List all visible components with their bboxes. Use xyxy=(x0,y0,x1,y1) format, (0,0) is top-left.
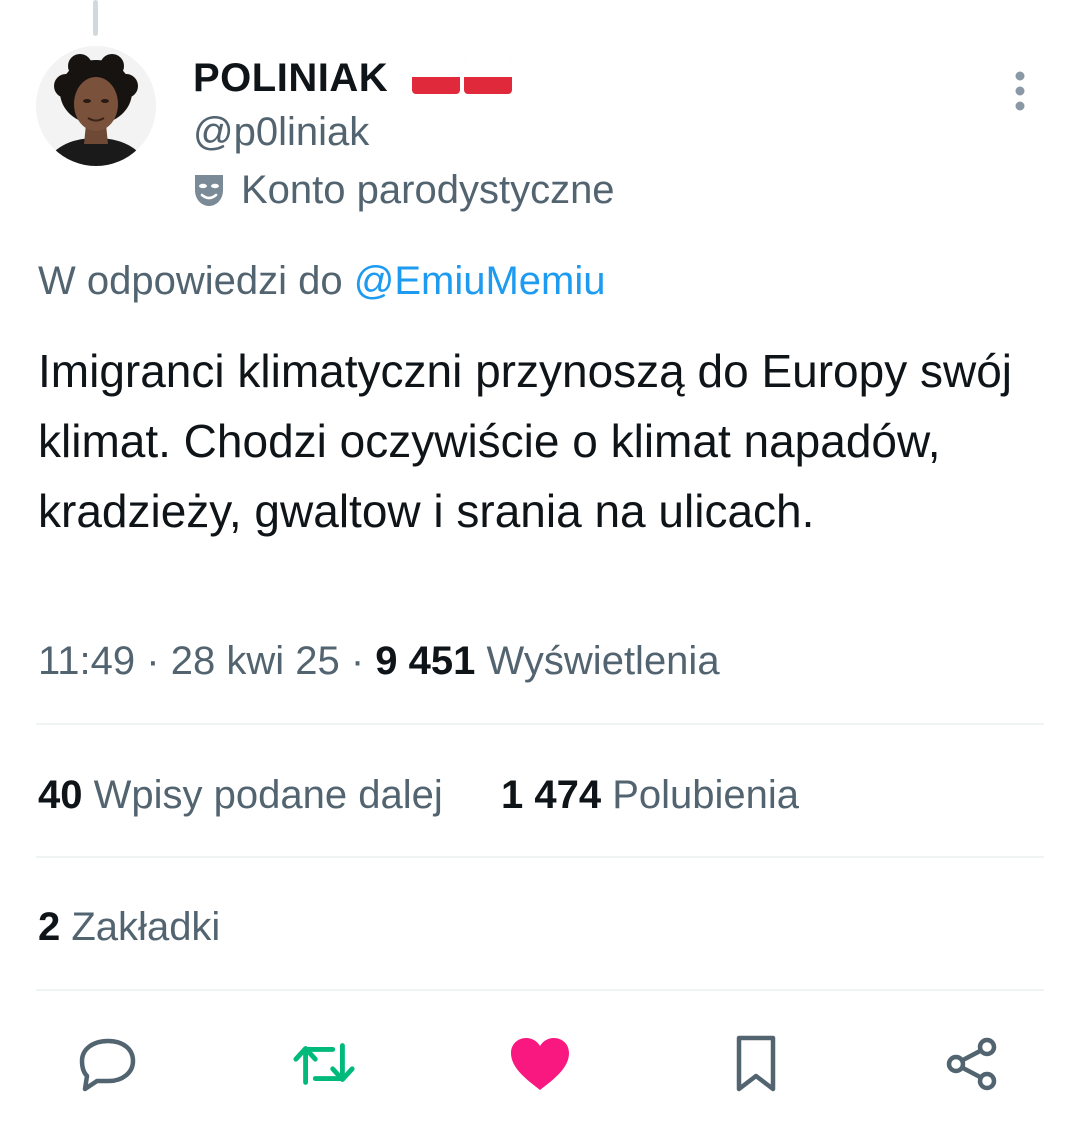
avatar-image xyxy=(36,46,156,166)
user-handle[interactable]: @p0liniak xyxy=(193,108,369,156)
views-count: 9 451 xyxy=(375,639,476,683)
reply-icon xyxy=(79,1038,136,1092)
meta-separator: · xyxy=(146,639,160,683)
likes-count: 1 474 xyxy=(500,773,602,817)
display-name[interactable]: POLINIAK xyxy=(193,54,512,102)
more-vertical-icon xyxy=(1015,71,1025,111)
display-name-text: POLINIAK xyxy=(193,56,389,100)
reply-context: W odpowiedzi do @EmiuMemiu xyxy=(38,256,606,306)
thread-connector-line xyxy=(93,0,98,36)
divider xyxy=(36,856,1044,858)
retweet-button[interactable] xyxy=(292,1032,356,1096)
tweet-date[interactable]: 28 kwi 25 xyxy=(171,639,340,683)
tweet-time[interactable]: 11:49 xyxy=(38,639,135,683)
reply-mention-link[interactable]: @EmiuMemiu xyxy=(354,259,606,303)
meta-separator: · xyxy=(350,639,365,683)
reply-button[interactable] xyxy=(76,1032,140,1096)
bookmark-button[interactable] xyxy=(724,1032,788,1096)
retweet-icon xyxy=(293,1043,355,1085)
views-label: Wyświetlenia xyxy=(486,639,720,683)
poland-flag-icon xyxy=(463,60,512,94)
likes-stat[interactable]: 1 474 Polubienia xyxy=(490,773,799,817)
bookmarks-stat[interactable]: 2 Zakładki xyxy=(38,902,220,952)
retweets-label: Wpisy podane dalej xyxy=(93,773,443,817)
avatar[interactable] xyxy=(36,46,156,166)
poland-flag-icon xyxy=(411,60,460,94)
share-button[interactable] xyxy=(940,1032,1004,1096)
tweet-text: Imigranci klimatyczni przynoszą do Europ… xyxy=(38,345,1013,537)
flags xyxy=(411,60,512,94)
divider xyxy=(36,989,1044,991)
bookmarks-label: Zakładki xyxy=(71,905,221,949)
retweets-count: 40 xyxy=(38,773,83,817)
bookmark-icon xyxy=(736,1035,776,1092)
theater-mask-icon xyxy=(195,175,223,206)
likes-label: Polubienia xyxy=(612,773,800,817)
parody-badge: Konto parodystyczne xyxy=(193,166,615,214)
reply-prefix: W odpowiedzi do xyxy=(38,259,343,303)
more-options-button[interactable] xyxy=(1004,70,1036,114)
engagement-stats: 40 Wpisy podane dalej 1 474 Polubienia xyxy=(38,770,799,820)
heart-icon xyxy=(511,1038,569,1090)
share-icon xyxy=(946,1037,997,1091)
divider xyxy=(36,723,1044,725)
like-button[interactable] xyxy=(508,1032,572,1096)
tweet-meta: 11:49 · 28 kwi 25 · 9 451 Wyświetlenia xyxy=(38,636,720,686)
parody-label: Konto parodystyczne xyxy=(241,168,615,212)
retweets-stat[interactable]: 40 Wpisy podane dalej xyxy=(38,773,454,817)
bookmarks-count: 2 xyxy=(38,905,61,949)
